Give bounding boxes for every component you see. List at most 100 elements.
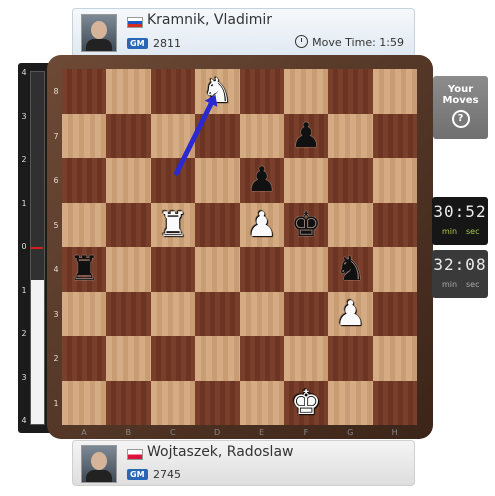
square-b2[interactable] (106, 336, 151, 381)
square-b4[interactable] (106, 247, 151, 292)
square-e8[interactable] (239, 69, 284, 114)
square-a5[interactable] (62, 202, 107, 247)
square-b7[interactable] (106, 113, 151, 158)
square-b6[interactable] (106, 158, 151, 203)
square-a3[interactable] (62, 291, 107, 336)
square-c6[interactable] (150, 158, 196, 203)
bottom-player-name: Wojtaszek, Radoslaw (147, 444, 294, 460)
square-c3[interactable] (150, 291, 196, 336)
square-c5[interactable]: ♜ (150, 202, 196, 248)
square-g1[interactable] (328, 380, 373, 425)
evaluation-label: 3 (21, 111, 27, 121)
square-d7[interactable] (195, 113, 240, 158)
evaluation-label: 1 (21, 198, 27, 208)
square-b1[interactable] (106, 380, 151, 425)
square-g7[interactable] (328, 113, 373, 158)
file-label: F (303, 428, 309, 437)
square-h2[interactable] (372, 336, 417, 381)
poland-flag-icon (127, 449, 143, 460)
square-f4[interactable] (283, 247, 329, 292)
black-pawn-icon[interactable]: ♟ (240, 158, 284, 203)
evaluation-label: 2 (21, 155, 27, 164)
square-c4[interactable] (150, 247, 196, 292)
square-c7[interactable] (150, 113, 196, 158)
rank-label: 7 (53, 131, 59, 141)
square-e1[interactable] (239, 380, 284, 425)
your-moves-label-1: Your (447, 84, 474, 95)
square-a2[interactable] (62, 336, 107, 381)
move-time: Move Time: 1:59 (295, 35, 404, 49)
square-f7[interactable]: ♟ (283, 113, 329, 159)
square-d2[interactable] (195, 336, 240, 381)
square-a4[interactable]: ♜ (62, 247, 107, 292)
chess-board[interactable]: ♞ ♟ ♟ ♜ ♟ ♚ ♜ ♞ ♟ ♚ (62, 69, 417, 425)
file-label: G (347, 428, 354, 437)
file-label: E (258, 428, 265, 437)
clock-min-label: min (442, 227, 458, 236)
square-h7[interactable] (372, 113, 417, 158)
square-c8[interactable] (150, 69, 196, 114)
square-d6[interactable] (195, 158, 240, 203)
evaluation-label: 4 (21, 68, 27, 77)
white-knight-icon[interactable]: ♞ (195, 69, 239, 114)
top-player-panel: Kramnik, Vladimir GM 2811 Move Time: 1:5… (72, 8, 415, 58)
square-f6[interactable] (283, 158, 329, 203)
square-f5[interactable]: ♚ (283, 202, 329, 248)
square-h1[interactable] (372, 380, 417, 425)
square-d1[interactable] (195, 380, 240, 425)
rank-label: 8 (53, 87, 59, 96)
white-pawn-icon[interactable]: ♟ (240, 203, 284, 248)
square-g4[interactable]: ♞ (328, 247, 373, 292)
black-knight-icon[interactable]: ♞ (328, 247, 372, 292)
square-e3[interactable] (239, 291, 284, 336)
white-rook-icon[interactable]: ♜ (151, 203, 195, 248)
bottom-player-clock: 32:08 min sec (432, 250, 488, 298)
square-e4[interactable] (239, 247, 284, 292)
square-d4[interactable] (195, 247, 240, 292)
square-b8[interactable] (106, 69, 151, 114)
square-f1[interactable]: ♚ (283, 380, 329, 426)
square-d3[interactable] (195, 291, 240, 336)
square-h4[interactable] (372, 247, 417, 292)
square-g3[interactable]: ♟ (328, 291, 373, 337)
square-a1[interactable] (62, 380, 107, 425)
square-h6[interactable] (372, 158, 417, 203)
black-pawn-icon[interactable]: ♟ (284, 114, 328, 159)
square-e2[interactable] (239, 336, 284, 381)
square-g8[interactable] (328, 69, 373, 114)
rank-label: 5 (53, 220, 59, 230)
square-e5[interactable]: ♟ (239, 202, 284, 248)
move-time-label: Move Time: 1:59 (312, 36, 404, 49)
square-a6[interactable] (62, 158, 107, 203)
square-f8[interactable] (283, 69, 329, 114)
your-moves-button[interactable]: Your Moves ? (433, 76, 488, 139)
square-g6[interactable] (328, 158, 373, 203)
square-f3[interactable] (283, 291, 329, 336)
square-e6[interactable]: ♟ (239, 158, 284, 203)
your-moves-label-2: Moves (442, 95, 479, 106)
square-c1[interactable] (150, 380, 196, 425)
file-label: C (169, 428, 176, 437)
square-b3[interactable] (106, 291, 151, 336)
square-h3[interactable] (372, 291, 417, 336)
square-g2[interactable] (328, 336, 373, 381)
square-c2[interactable] (150, 336, 196, 381)
white-king-icon[interactable]: ♚ (284, 381, 328, 426)
square-d5[interactable] (195, 202, 240, 247)
black-rook-icon[interactable]: ♜ (62, 247, 106, 292)
file-label: A (81, 428, 87, 437)
square-a7[interactable] (62, 113, 107, 158)
clock-sec-label: sec (466, 227, 480, 236)
square-e7[interactable] (239, 113, 284, 158)
square-g5[interactable] (328, 202, 373, 247)
square-h8[interactable] (372, 69, 417, 114)
black-king-icon[interactable]: ♚ (284, 203, 328, 248)
square-b5[interactable] (106, 202, 151, 247)
square-f2[interactable] (283, 336, 329, 381)
white-pawn-icon[interactable]: ♟ (328, 292, 372, 337)
square-a8[interactable] (62, 69, 107, 114)
square-d8[interactable]: ♞ (195, 69, 240, 114)
help-icon[interactable]: ? (451, 110, 470, 128)
evaluation-label: 2 (21, 329, 27, 338)
square-h5[interactable] (372, 202, 417, 247)
